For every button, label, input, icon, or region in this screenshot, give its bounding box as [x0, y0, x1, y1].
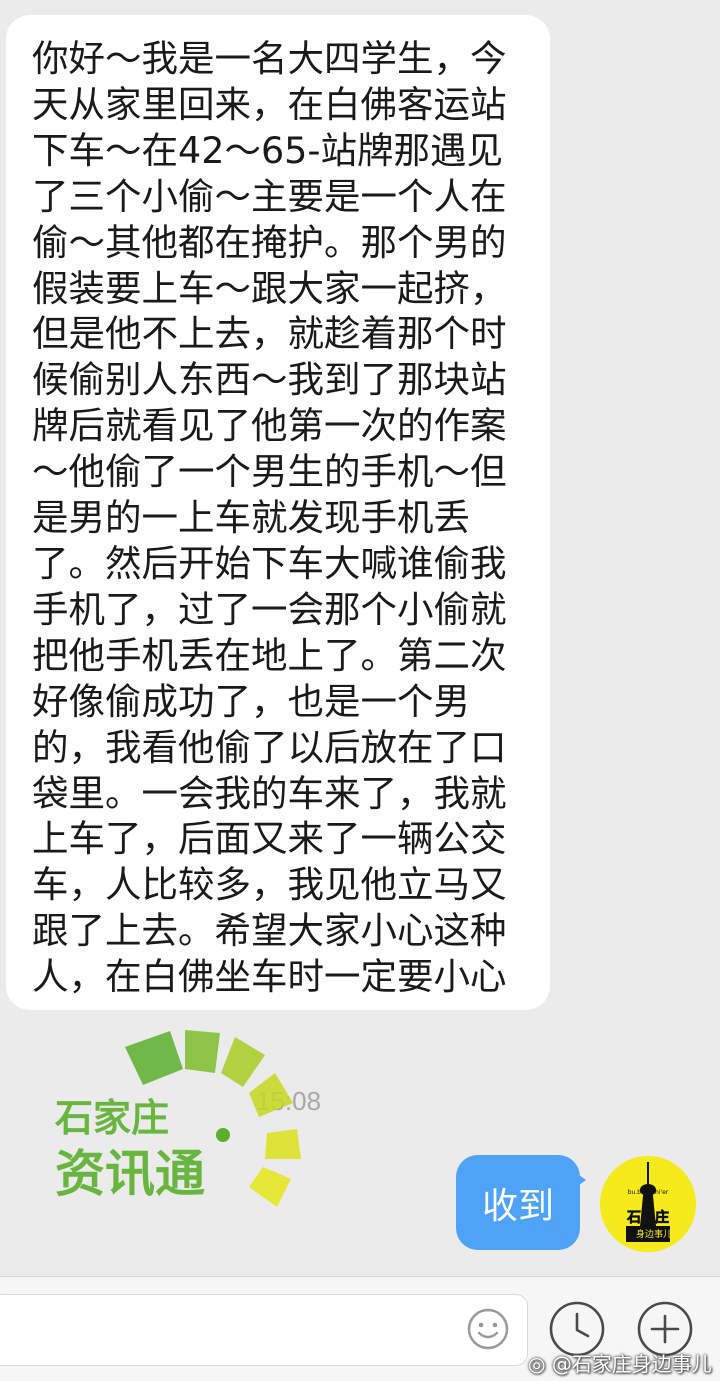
message-input[interactable] [0, 1294, 528, 1366]
smiley-face-icon[interactable] [466, 1307, 510, 1351]
avatar-top-text: bu.b'an'shi'er [628, 1189, 669, 1196]
outgoing-message-bubble[interactable]: 收到 [456, 1155, 580, 1250]
outgoing-bubble-tail [572, 1170, 586, 1190]
incoming-message-bubble[interactable]: 你好～我是一名大四学生，今天从家里回来，在白佛客运站下车～在42～65-站牌那遇… [6, 15, 550, 1010]
weibo-logo-icon: ◎ [528, 1352, 546, 1376]
weibo-watermark-text: @石家庄身边事儿 [551, 1352, 712, 1376]
tv-tower-icon: bu.b'an'shi'er 石家庄 身边事儿 [600, 1156, 696, 1252]
outgoing-message-text: 收到 [481, 1185, 554, 1227]
avatar-main-text: 石家庄 [626, 1209, 669, 1226]
incoming-message-text: 你好～我是一名大四学生，今天从家里回来，在白佛客运站下车～在42～65-站牌那遇… [32, 37, 507, 999]
avatar[interactable]: bu.b'an'shi'er 石家庄 身边事儿 [600, 1156, 696, 1252]
logo-line2: 资讯通 [55, 1145, 205, 1203]
avatar-sub-text: 身边事儿 [636, 1228, 672, 1240]
weibo-watermark: ◎ @石家庄身边事儿 [528, 1348, 712, 1377]
logo-line1: 石家庄 [55, 1096, 169, 1140]
shijiazhuang-zixuntong-logo: 石家庄 资讯通 [55, 1030, 301, 1207]
